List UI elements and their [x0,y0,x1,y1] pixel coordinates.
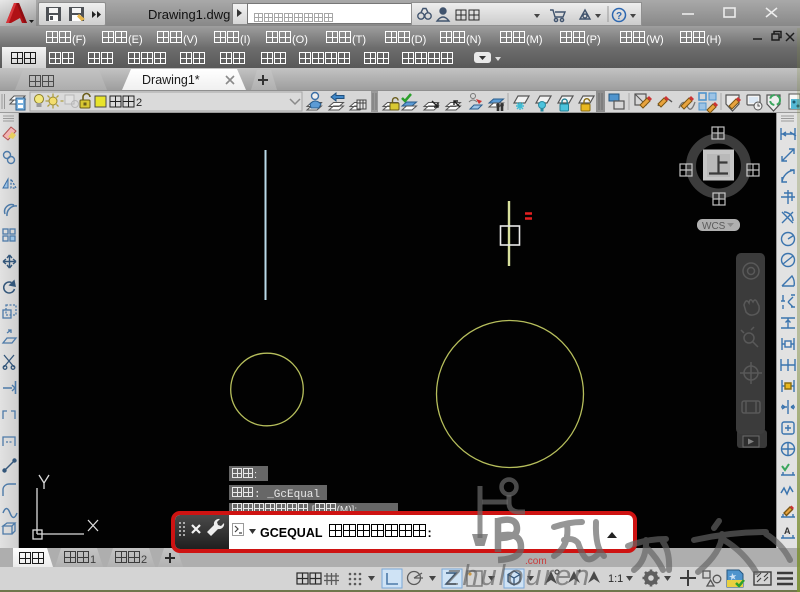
svg-text:?: ? [616,11,622,22]
svg-text:.com: .com [525,556,547,567]
svg-text:WCS: WCS [702,221,726,232]
svg-text:zhulouren: zhulouren [445,560,591,592]
svg-text:2: 2 [136,97,142,109]
